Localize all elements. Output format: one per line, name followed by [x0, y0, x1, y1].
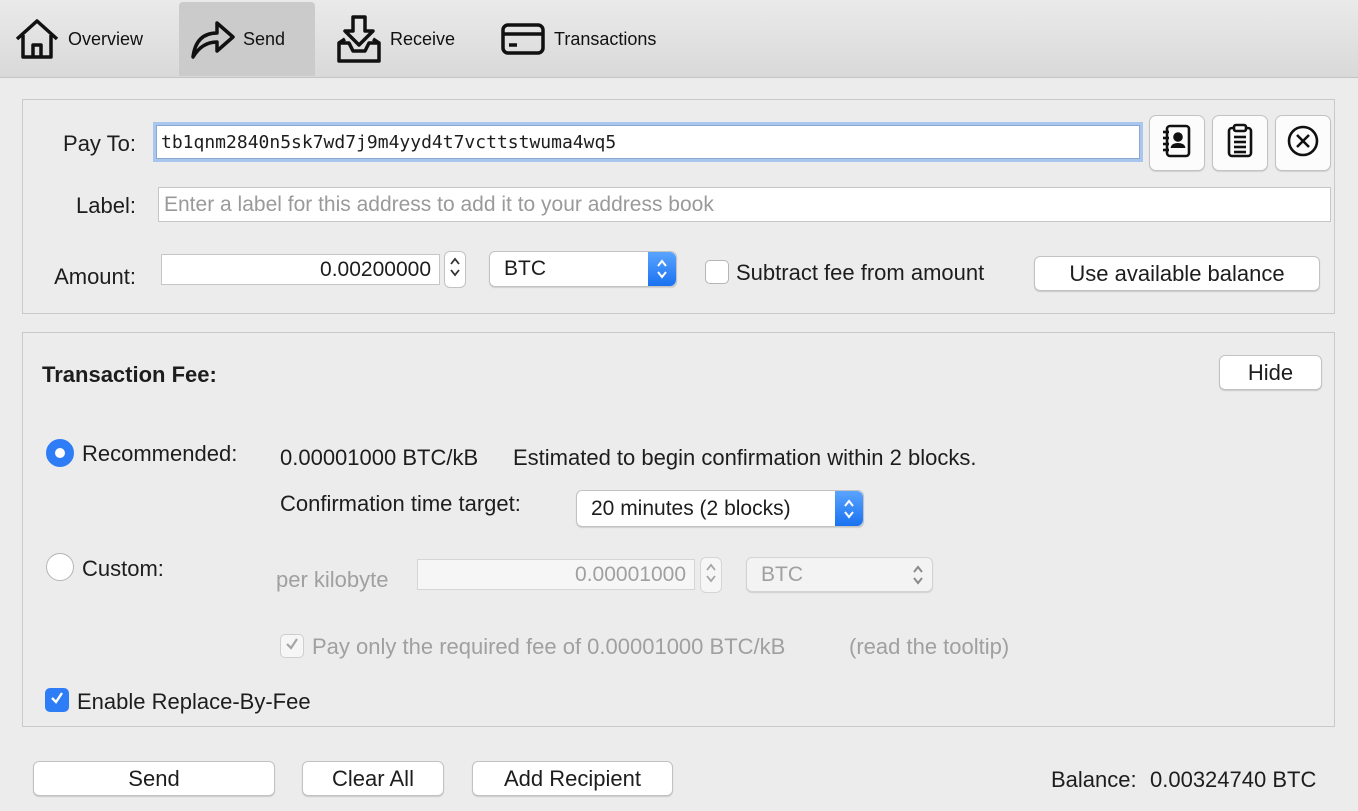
tab-send-label: Send — [243, 28, 286, 49]
send-button[interactable]: Send — [33, 761, 275, 796]
balance-value: 0.00324740 BTC — [1150, 767, 1317, 792]
clear-all-button[interactable]: Clear All — [302, 761, 444, 796]
tab-transactions-label: Transactions — [554, 28, 657, 49]
use-available-balance-button[interactable]: Use available balance — [1034, 256, 1320, 291]
home-icon — [10, 12, 64, 66]
checkmark-icon — [284, 636, 300, 657]
label-field-label: Label: — [76, 193, 136, 218]
subtract-fee-label: Subtract fee from amount — [736, 260, 985, 285]
subtract-fee-checkbox[interactable] — [705, 260, 729, 284]
confirmation-target-value: 20 minutes (2 blocks) — [591, 496, 791, 520]
remove-circle-icon — [1285, 123, 1321, 164]
add-recipient-button[interactable]: Add Recipient — [472, 761, 673, 796]
recommended-label: Recommended: — [82, 441, 238, 466]
replace-by-fee-label: Enable Replace-By-Fee — [77, 689, 311, 714]
per-kilobyte-label: per kilobyte — [276, 567, 389, 592]
amount-unit-value: BTC — [504, 257, 546, 280]
custom-fee-input[interactable]: 0.00001000 — [417, 559, 695, 590]
pay-required-fee-label: Pay only the required fee of 0.00001000 … — [312, 634, 786, 659]
main-toolbar: Overview Send Receive Transactions — [0, 0, 1358, 78]
amount-unit-select[interactable]: BTC — [489, 251, 677, 287]
replace-by-fee-checkbox[interactable] — [45, 688, 69, 712]
tab-overview[interactable]: Overview — [10, 2, 160, 76]
recommended-rate: 0.00001000 BTC/kB — [280, 445, 479, 470]
checkmark-icon — [49, 690, 65, 711]
address-book-button[interactable] — [1149, 115, 1205, 171]
paste-button[interactable] — [1212, 115, 1268, 171]
pay-required-fee-checkbox[interactable] — [280, 634, 304, 658]
receive-tray-icon — [332, 12, 386, 66]
custom-fee-unit-select[interactable]: BTC — [746, 557, 933, 592]
confirmation-target-label: Confirmation time target: — [280, 491, 521, 516]
address-book-icon — [1159, 123, 1195, 164]
pay-to-input[interactable]: tb1qnm2840n5sk7wd7j9m4yyd4t7vcttstwuma4w… — [153, 122, 1143, 162]
custom-label: Custom: — [82, 556, 164, 581]
custom-fee-stepper[interactable] — [700, 557, 722, 593]
paste-icon — [1222, 123, 1258, 164]
hide-fee-button[interactable]: Hide — [1219, 355, 1322, 390]
card-icon — [496, 12, 550, 66]
amount-label: Amount: — [54, 264, 136, 289]
send-arrow-icon — [185, 12, 239, 66]
stepper-arrows-icon — [449, 255, 461, 284]
recommended-estimate: Estimated to begin confirmation within 2… — [513, 445, 977, 470]
select-arrows-icon — [904, 558, 932, 591]
tab-receive-label: Receive — [390, 28, 456, 49]
custom-fee-radio[interactable] — [46, 553, 74, 581]
tab-overview-label: Overview — [68, 28, 144, 49]
custom-fee-unit-value: BTC — [761, 562, 803, 586]
tab-receive[interactable]: Receive — [332, 2, 482, 76]
pay-to-label: Pay To: — [63, 131, 136, 156]
balance-label: Balance: — [1051, 767, 1137, 792]
fee-section-title: Transaction Fee: — [42, 362, 217, 387]
pay-required-tooltip-hint: (read the tooltip) — [849, 634, 1010, 659]
fee-panel — [22, 332, 1335, 727]
tab-send[interactable]: Send — [179, 2, 315, 76]
label-input[interactable]: Enter a label for this address to add it… — [158, 187, 1331, 222]
select-arrows-icon — [648, 252, 676, 286]
stepper-arrows-icon — [705, 561, 717, 590]
select-arrows-icon — [835, 491, 863, 526]
amount-input[interactable]: 0.00200000 — [161, 254, 440, 285]
amount-stepper[interactable] — [444, 251, 466, 288]
confirmation-target-select[interactable]: 20 minutes (2 blocks) — [576, 490, 864, 527]
remove-recipient-button[interactable] — [1275, 115, 1331, 171]
recommended-fee-radio[interactable] — [46, 439, 74, 467]
tab-transactions[interactable]: Transactions — [496, 2, 686, 76]
